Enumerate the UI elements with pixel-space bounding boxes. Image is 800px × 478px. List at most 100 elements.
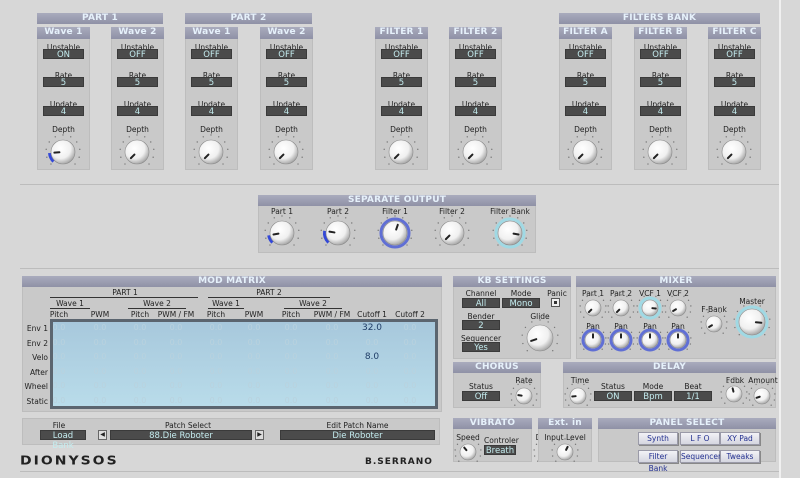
panel-select-button[interactable]: XY Pad <box>720 432 760 445</box>
matrix-cell[interactable]: 0.0 <box>274 352 308 361</box>
matrix-cell[interactable]: 0.0 <box>237 338 271 347</box>
unstable-display[interactable]: OFF <box>455 49 496 60</box>
patch-select-display[interactable]: 88.Die Roboter <box>110 430 252 441</box>
glide-knob[interactable] <box>520 318 560 358</box>
panel-select-button[interactable]: Synth <box>638 432 678 445</box>
panel-select-button[interactable]: Sequencer <box>680 450 721 463</box>
matrix-cell[interactable]: 0.0 <box>237 396 271 405</box>
matrix-cell[interactable]: 0.0 <box>42 338 76 347</box>
matrix-cell[interactable]: 0.0 <box>315 338 349 347</box>
chorus-status-display[interactable]: Off <box>462 391 500 402</box>
input-level-knob[interactable] <box>550 437 580 467</box>
matrix-cell[interactable]: 0.0 <box>199 323 233 332</box>
rate-display[interactable]: 5 <box>117 77 158 88</box>
separate-output-knob[interactable] <box>491 214 529 252</box>
mixer-knob[interactable] <box>732 302 772 342</box>
matrix-cell[interactable]: 0.0 <box>123 338 157 347</box>
matrix-cell[interactable]: 0.0 <box>274 381 308 390</box>
matrix-cell[interactable]: 0.0 <box>393 352 427 361</box>
matrix-cell[interactable]: 0.0 <box>393 323 427 332</box>
unstable-display[interactable]: OFF <box>266 49 307 60</box>
matrix-cell[interactable]: 32.0 <box>355 323 389 333</box>
matrix-cell[interactable]: 0.0 <box>199 338 233 347</box>
separate-output-knob[interactable] <box>376 214 414 252</box>
matrix-cell[interactable]: 0.0 <box>355 338 389 347</box>
matrix-cell[interactable]: 0.0 <box>199 367 233 376</box>
depth-knob[interactable] <box>456 133 494 171</box>
matrix-cell[interactable]: 0.0 <box>315 396 349 405</box>
matrix-cell[interactable]: 0.0 <box>42 381 76 390</box>
delay-mode-display[interactable]: Bpm <box>634 391 672 402</box>
update-display[interactable]: 4 <box>191 106 232 117</box>
unstable-display[interactable]: OFF <box>640 49 681 60</box>
patch-name-input[interactable]: Die Roboter <box>280 430 435 441</box>
matrix-cell[interactable]: 0.0 <box>315 352 349 361</box>
rate-display[interactable]: 5 <box>381 77 422 88</box>
unstable-display[interactable]: OFF <box>191 49 232 60</box>
delay-status-display[interactable]: ON <box>594 391 632 402</box>
delay-time-knob[interactable] <box>563 381 593 411</box>
sequencer-display[interactable]: Yes <box>462 342 500 353</box>
panel-select-button[interactable]: Tweaks <box>720 450 760 463</box>
matrix-cell[interactable]: 0.0 <box>123 396 157 405</box>
matrix-cell[interactable]: 0.0 <box>355 381 389 390</box>
depth-knob[interactable] <box>267 133 305 171</box>
rate-display[interactable]: 5 <box>565 77 606 88</box>
matrix-cell[interactable]: 0.0 <box>274 338 308 347</box>
matrix-cell[interactable]: 0.0 <box>355 367 389 376</box>
matrix-cell[interactable]: 0.0 <box>83 323 117 332</box>
matrix-cell[interactable]: 0.0 <box>159 338 193 347</box>
update-display[interactable]: 4 <box>381 106 422 117</box>
rate-display[interactable]: 5 <box>191 77 232 88</box>
update-display[interactable]: 4 <box>714 106 755 117</box>
update-display[interactable]: 4 <box>266 106 307 117</box>
panel-select-button[interactable]: Filter Bank <box>638 450 678 473</box>
matrix-cell[interactable]: 0.0 <box>42 323 76 332</box>
mixer-knob[interactable] <box>663 325 693 355</box>
update-display[interactable]: 4 <box>565 106 606 117</box>
patch-next-button[interactable]: ▶ <box>255 430 264 440</box>
mixer-knob[interactable] <box>699 309 729 339</box>
channel-display[interactable]: All <box>462 298 500 309</box>
unstable-display[interactable]: OFF <box>565 49 606 60</box>
update-display[interactable]: 4 <box>117 106 158 117</box>
delay-amount-knob[interactable] <box>747 381 777 411</box>
matrix-cell[interactable]: 0.0 <box>83 338 117 347</box>
matrix-cell[interactable]: 0.0 <box>159 323 193 332</box>
rate-display[interactable]: 5 <box>266 77 307 88</box>
vibrato-speed-knob[interactable] <box>453 437 483 467</box>
update-display[interactable]: 4 <box>640 106 681 117</box>
matrix-cell[interactable]: 0.0 <box>159 381 193 390</box>
matrix-cell[interactable]: 0.0 <box>315 323 349 332</box>
depth-knob[interactable] <box>44 133 82 171</box>
depth-knob[interactable] <box>382 133 420 171</box>
matrix-cell[interactable]: 0.0 <box>42 352 76 361</box>
update-display[interactable]: 4 <box>455 106 496 117</box>
unstable-display[interactable]: OFF <box>714 49 755 60</box>
rate-display[interactable]: 5 <box>640 77 681 88</box>
matrix-cell[interactable]: 0.0 <box>393 396 427 405</box>
matrix-cell[interactable]: 0.0 <box>83 381 117 390</box>
mixer-knob[interactable] <box>663 293 693 323</box>
matrix-cell[interactable]: 0.0 <box>199 396 233 405</box>
matrix-cell[interactable]: 0.0 <box>355 396 389 405</box>
matrix-cell[interactable]: 0.0 <box>274 323 308 332</box>
unstable-display[interactable]: ON <box>43 49 84 60</box>
matrix-cell[interactable]: 0.0 <box>159 396 193 405</box>
delay-fdbk-knob[interactable] <box>719 379 749 409</box>
separate-output-knob[interactable] <box>263 214 301 252</box>
mode-display[interactable]: Mono <box>502 298 540 309</box>
rate-display[interactable]: 5 <box>714 77 755 88</box>
separate-output-knob[interactable] <box>433 214 471 252</box>
matrix-cell[interactable]: 8.0 <box>355 352 389 362</box>
matrix-cell[interactable]: 0.0 <box>123 367 157 376</box>
depth-knob[interactable] <box>192 133 230 171</box>
matrix-cell[interactable]: 0.0 <box>237 352 271 361</box>
panel-select-button[interactable]: L F O <box>680 432 720 445</box>
matrix-cell[interactable]: 0.0 <box>83 367 117 376</box>
matrix-cell[interactable]: 0.0 <box>199 352 233 361</box>
vibrato-controller-display[interactable]: Breath <box>484 445 516 456</box>
matrix-cell[interactable]: 0.0 <box>159 352 193 361</box>
matrix-cell[interactable]: 0.0 <box>393 381 427 390</box>
matrix-cell[interactable]: 0.0 <box>237 323 271 332</box>
